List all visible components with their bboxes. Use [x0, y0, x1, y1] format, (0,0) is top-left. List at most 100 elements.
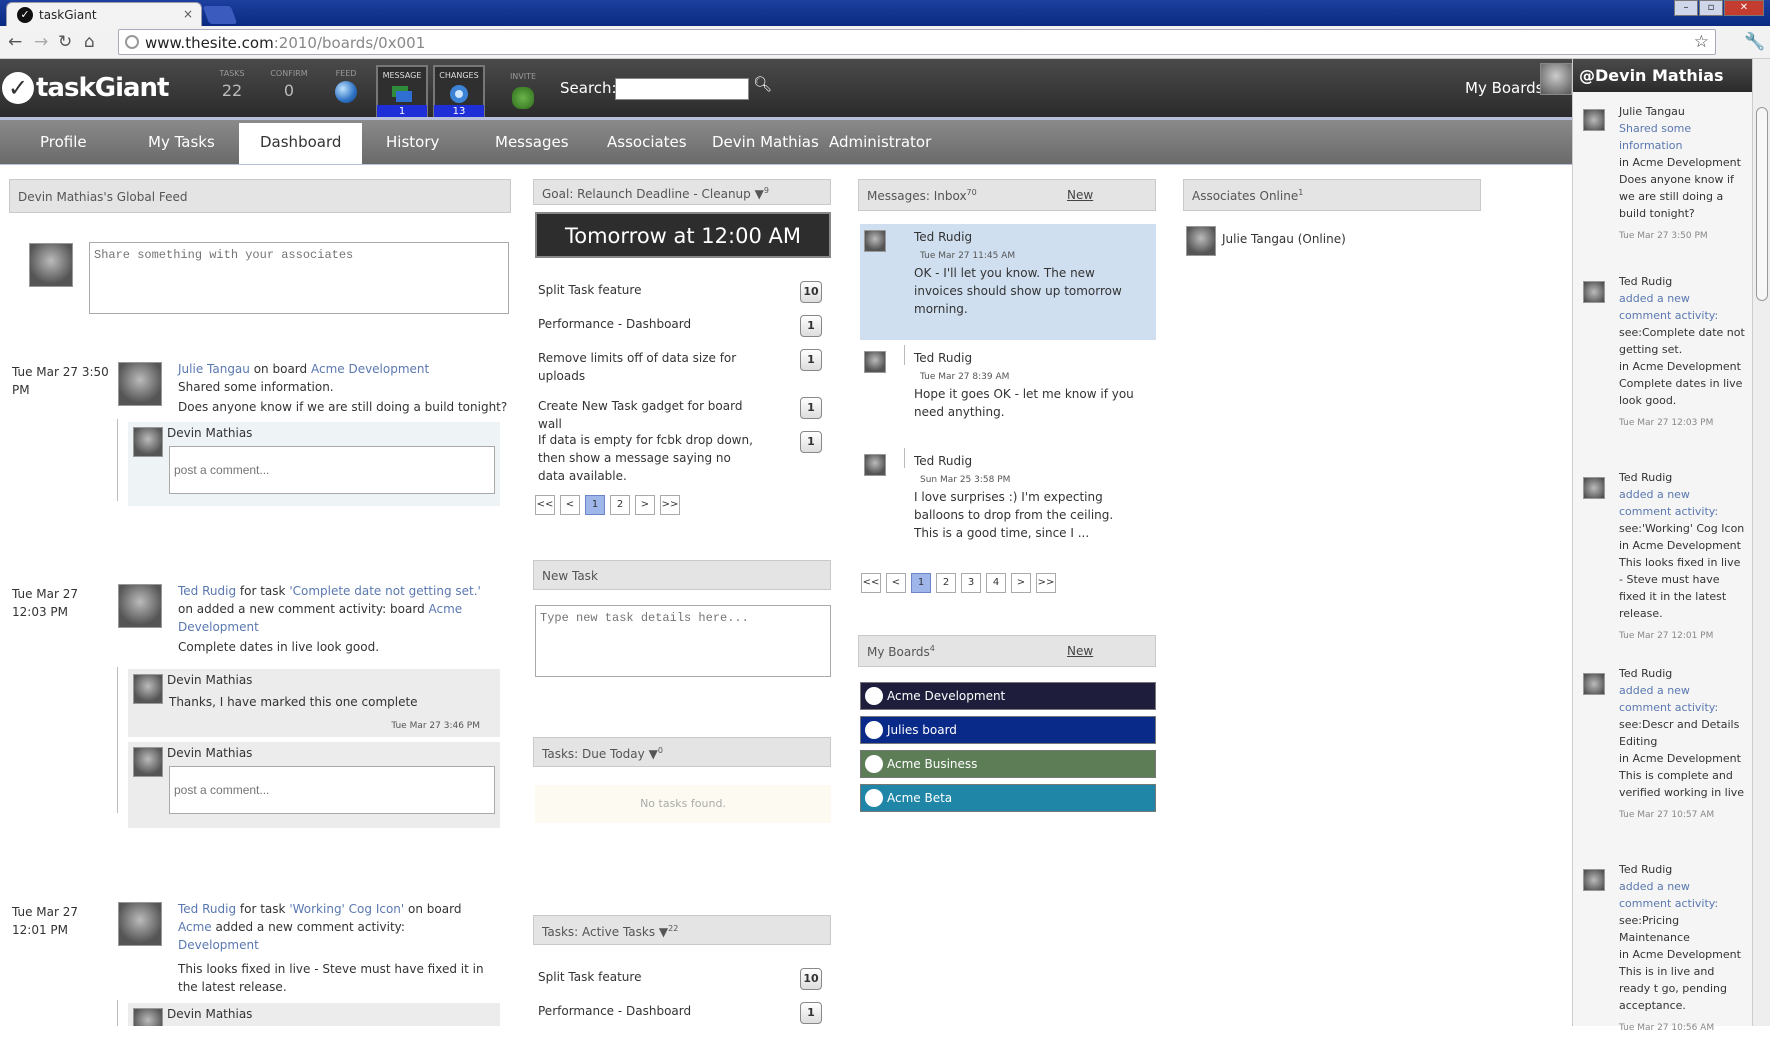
activity-action[interactable]: added a new comment activity:	[1619, 682, 1745, 716]
pager-next[interactable]: >	[635, 495, 655, 515]
invite-button[interactable]: INVITE	[504, 69, 542, 109]
pager-last[interactable]: >>	[1036, 573, 1056, 593]
tab-my-tasks[interactable]: My Tasks	[148, 133, 215, 151]
close-window-icon[interactable]: ✕	[1724, 0, 1764, 16]
activity-action[interactable]: added a new comment activity:	[1619, 290, 1745, 324]
user-link[interactable]: Ted Rudig	[178, 902, 236, 916]
new-task-input[interactable]	[535, 605, 831, 677]
back-icon[interactable]: ←	[8, 32, 22, 52]
pager-prev[interactable]: <	[886, 573, 906, 593]
task-item[interactable]: Remove limits off of data size for uploa…	[538, 349, 753, 385]
task-item[interactable]: Create New Task gadget for board wall	[538, 397, 768, 433]
new-message-link[interactable]: New	[1067, 188, 1093, 202]
comment-text: Thanks, I have marked this one complete	[169, 695, 418, 709]
due-today-header[interactable]: Tasks: Due Today ▼0	[533, 737, 831, 767]
message-item[interactable]: Ted Rudig Tue Mar 27 8:39 AM Hope it goe…	[860, 345, 1156, 441]
pager-page[interactable]: 1	[911, 573, 931, 593]
tab-history[interactable]: History	[386, 133, 439, 151]
activity-action[interactable]: added a new comment activity:	[1619, 486, 1745, 520]
task-link[interactable]: 'Complete date not getting set.'	[289, 584, 481, 598]
task-item[interactable]: Split Task feature	[538, 281, 768, 299]
active-tasks-header[interactable]: Tasks: Active Tasks ▼22	[533, 915, 831, 945]
close-tab-icon[interactable]: ×	[183, 7, 193, 21]
tab-messages[interactable]: Messages	[495, 133, 569, 151]
user-link[interactable]: Ted Rudig	[178, 584, 236, 598]
maximize-icon[interactable]: ▫	[1699, 0, 1723, 16]
tab-administrator[interactable]: Administrator	[829, 133, 931, 151]
avatar[interactable]	[1540, 63, 1572, 95]
logo[interactable]: ✓ taskGiant	[2, 70, 169, 106]
pager-page[interactable]: 2	[936, 573, 956, 593]
tab-devin-mathias[interactable]: Devin Mathias	[712, 133, 819, 151]
scrollbar-thumb[interactable]	[1756, 107, 1768, 301]
board-link[interactable]: Acme	[178, 920, 212, 934]
activity-line: in Acme Development	[1619, 539, 1741, 552]
pager-prev[interactable]: <	[560, 495, 580, 515]
board-link[interactable]: Acme Development	[311, 362, 429, 376]
message-item[interactable]: Ted Rudig Tue Mar 27 11:45 AM OK - I'll …	[860, 224, 1156, 340]
task-count-badge[interactable]: 1	[800, 397, 822, 419]
pager-first[interactable]: <<	[861, 573, 881, 593]
task-item[interactable]: Performance - Dashboard	[538, 1002, 768, 1020]
board-item-julies-board[interactable]: Julies board	[860, 716, 1156, 744]
associate-online[interactable]: Julie Tangau (Online)	[1222, 230, 1346, 248]
invite-people-icon	[512, 87, 534, 109]
pager-first[interactable]: <<	[535, 495, 555, 515]
search-input[interactable]	[615, 78, 749, 100]
reload-icon[interactable]: ↻	[58, 32, 72, 52]
message-text: OK - I'll let you know. The new invoices…	[914, 266, 1122, 316]
comment-input[interactable]	[169, 766, 495, 814]
feed-header: Devin Mathias's Global Feed	[9, 179, 511, 213]
board-item-acme-beta[interactable]: Acme Beta	[860, 784, 1156, 812]
search-icon[interactable]: 🔍︎	[753, 75, 772, 93]
minimize-icon[interactable]: –	[1674, 0, 1698, 16]
task-count-badge[interactable]: 1	[800, 1002, 822, 1024]
task-item[interactable]: If data is empty for fcbk drop down, the…	[538, 431, 753, 485]
tab-associates[interactable]: Associates	[607, 133, 687, 151]
task-link[interactable]: 'Working' Cog Icon'	[289, 902, 404, 916]
task-count-badge[interactable]: 10	[800, 968, 822, 990]
pager-page[interactable]: 3	[961, 573, 981, 593]
goal-header[interactable]: Goal: Relaunch Deadline - Cleanup ▼9	[533, 179, 831, 205]
pager-page[interactable]: 1	[585, 495, 605, 515]
new-board-link[interactable]: New	[1067, 644, 1093, 658]
user-link[interactable]: Julie Tangau	[178, 362, 250, 376]
share-input[interactable]	[89, 242, 509, 314]
tasks-stat[interactable]: TASKS 22	[210, 69, 254, 100]
tab-profile[interactable]: Profile	[40, 133, 87, 151]
task-item[interactable]: Performance - Dashboard	[538, 315, 768, 333]
activity-line: in Acme Development	[1619, 156, 1741, 169]
address-bar[interactable]: www.thesite.com:2010/boards/0x001 ☆	[118, 29, 1716, 55]
task-count-badge[interactable]: 1	[800, 431, 822, 453]
activity-line: This is in live and ready t go, pending …	[1619, 965, 1728, 1012]
pager-page[interactable]: 4	[986, 573, 1006, 593]
message-button[interactable]: MESSAGE 1	[376, 65, 428, 120]
forward-icon[interactable]: →	[34, 32, 48, 52]
task-item[interactable]: Split Task feature	[538, 968, 768, 986]
wrench-icon[interactable]: 🔧	[1744, 32, 1765, 52]
tab-dashboard[interactable]: Dashboard	[239, 123, 363, 164]
my-boards-link[interactable]: My Boards	[1465, 79, 1544, 97]
board-link[interactable]: Development	[178, 938, 259, 952]
bookmark-star-icon[interactable]: ☆	[1694, 32, 1709, 52]
avatar	[1583, 281, 1605, 303]
pager-next[interactable]: >	[1011, 573, 1031, 593]
pager-page[interactable]: 2	[610, 495, 630, 515]
confirm-stat[interactable]: CONFIRM 0	[267, 69, 311, 100]
new-tab-button[interactable]	[202, 6, 238, 24]
board-item-acme-business[interactable]: Acme Business	[860, 750, 1156, 778]
board-item-acme-development[interactable]: Acme Development	[860, 682, 1156, 710]
feed-stat[interactable]: FEED	[324, 69, 368, 103]
comment-input[interactable]	[169, 446, 495, 494]
task-count-badge[interactable]: 1	[800, 315, 822, 337]
activity-action[interactable]: added a new comment activity:	[1619, 878, 1745, 912]
browser-tab[interactable]: ✓ taskGiant ×	[6, 2, 202, 26]
scrollbar[interactable]	[1752, 59, 1770, 1026]
task-count-badge[interactable]: 10	[800, 281, 822, 303]
message-item[interactable]: Ted Rudig Sun Mar 25 3:58 PM I love surp…	[860, 448, 1156, 564]
activity-action[interactable]: Shared some information	[1619, 120, 1745, 154]
home-icon[interactable]: ⌂	[84, 32, 95, 52]
changes-button[interactable]: CHANGES 13	[433, 65, 485, 120]
task-count-badge[interactable]: 1	[800, 349, 822, 371]
pager-last[interactable]: >>	[660, 495, 680, 515]
